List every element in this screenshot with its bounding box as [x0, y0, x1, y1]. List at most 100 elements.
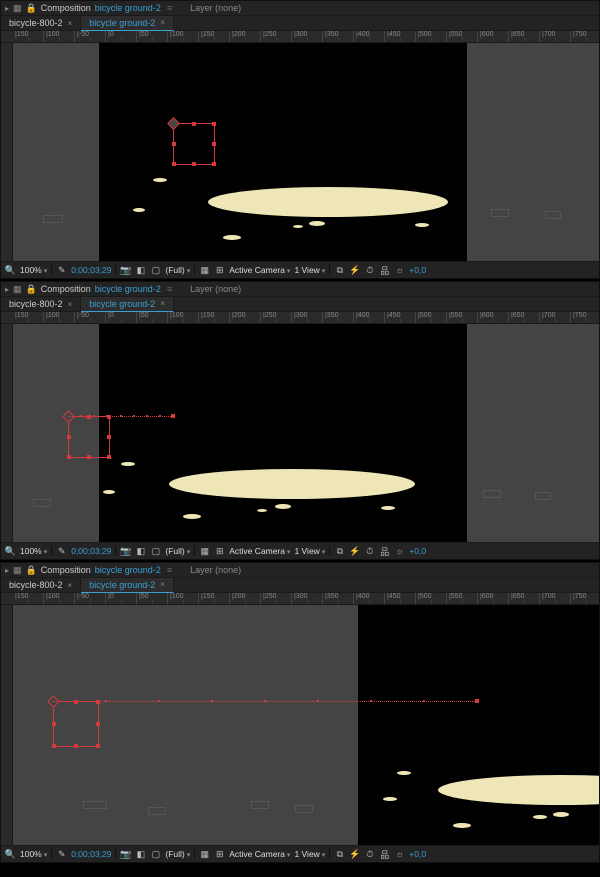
transform-handle[interactable] [107, 455, 111, 459]
timecode-display[interactable]: 0;00;03;29 [71, 265, 111, 275]
coords-display[interactable]: +0,0 [409, 849, 426, 859]
motion-path-keyframe[interactable] [171, 414, 175, 418]
edit-icon[interactable]: ✎ [56, 265, 67, 276]
timeline-icon[interactable]: ⏱ [364, 265, 375, 276]
guides-icon[interactable]: ⊞ [214, 849, 225, 860]
tab-close-icon[interactable]: × [160, 580, 165, 589]
ruler-horizontal[interactable]: |150|100|-50|0|50|100|150|200|250|300|35… [1, 312, 599, 324]
grid-icon[interactable]: ▦ [199, 849, 210, 860]
channel-icon[interactable]: ◧ [135, 265, 146, 276]
pixel-aspect-icon[interactable]: ⧉ [334, 546, 345, 557]
channel-icon[interactable]: ◧ [135, 546, 146, 557]
tab-close-icon[interactable]: × [160, 299, 165, 308]
channel-icon[interactable]: ◧ [135, 849, 146, 860]
transform-handle[interactable] [67, 455, 71, 459]
tab-close-icon[interactable]: × [68, 300, 73, 309]
magnify-icon[interactable]: 🔍 [5, 265, 16, 276]
magnify-icon[interactable]: 🔍 [5, 546, 16, 557]
ruler-vertical[interactable] [1, 324, 13, 542]
composition-viewport[interactable] [13, 324, 599, 542]
fast-preview-icon[interactable]: ⚡ [349, 265, 360, 276]
roi-icon[interactable]: ▢ [150, 546, 161, 557]
ruler-horizontal[interactable]: |150|100|-50|0|50|100|150|200|250|300|35… [1, 593, 599, 605]
tab-item-active[interactable]: bicycle ground-2× [81, 578, 174, 593]
coords-display[interactable]: +0,0 [409, 265, 426, 275]
transform-handle[interactable] [172, 162, 176, 166]
edit-icon[interactable]: ✎ [56, 849, 67, 860]
fast-preview-icon[interactable]: ⚡ [349, 849, 360, 860]
tab-close-icon[interactable]: × [160, 18, 165, 27]
grid-icon[interactable]: ▦ [199, 265, 210, 276]
fast-preview-icon[interactable]: ⚡ [349, 546, 360, 557]
composition-viewport[interactable] [13, 605, 599, 845]
ruler-vertical[interactable] [1, 605, 13, 845]
transform-handle[interactable] [67, 435, 71, 439]
panel-menu-icon[interactable]: ≡ [167, 284, 172, 294]
resolution-dropdown[interactable]: (Full) [165, 546, 190, 556]
tab-item[interactable]: bicycle-800-2× [1, 16, 81, 30]
panel-collapse-arrow[interactable]: ▸ [5, 566, 9, 575]
tab-item-active[interactable]: bicycle ground-2× [81, 297, 174, 312]
transform-handle[interactable] [172, 142, 176, 146]
exposure-icon[interactable]: ☼ [394, 546, 405, 557]
null-object-bounds[interactable] [173, 123, 215, 165]
coords-display[interactable]: +0,0 [409, 546, 426, 556]
lock-icon[interactable]: 🔒 [26, 565, 37, 576]
transform-handle[interactable] [87, 455, 91, 459]
zoom-dropdown[interactable]: 100% [20, 849, 47, 859]
pixel-aspect-icon[interactable]: ⧉ [334, 849, 345, 860]
transform-handle[interactable] [212, 142, 216, 146]
tab-close-icon[interactable]: × [68, 581, 73, 590]
zoom-dropdown[interactable]: 100% [20, 265, 47, 275]
transform-handle[interactable] [212, 122, 216, 126]
lock-icon[interactable]: 🔒 [26, 3, 37, 14]
transform-handle[interactable] [192, 122, 196, 126]
flowchart-icon[interactable]: 品 [379, 546, 390, 557]
null-object-bounds[interactable] [53, 701, 99, 747]
title-comp-name[interactable]: bicycle ground-2 [95, 284, 161, 294]
tab-item[interactable]: bicycle-800-2× [1, 297, 81, 311]
guides-icon[interactable]: ⊞ [214, 546, 225, 557]
camera-dropdown[interactable]: Active Camera [229, 546, 290, 556]
zoom-dropdown[interactable]: 100% [20, 546, 47, 556]
resolution-dropdown[interactable]: (Full) [165, 849, 190, 859]
transform-handle[interactable] [192, 162, 196, 166]
panel-collapse-arrow[interactable]: ▸ [5, 4, 9, 13]
snapshot-icon[interactable]: 📷 [120, 265, 131, 276]
ruler-vertical[interactable] [1, 43, 13, 261]
panel-collapse-arrow[interactable]: ▸ [5, 285, 9, 294]
motion-path-keyframe[interactable] [475, 699, 479, 703]
tab-close-icon[interactable]: × [68, 19, 73, 28]
transform-handle[interactable] [52, 722, 56, 726]
views-dropdown[interactable]: 1 View [294, 546, 325, 556]
panel-menu-icon[interactable]: ≡ [167, 3, 172, 13]
roi-icon[interactable]: ▢ [150, 265, 161, 276]
timecode-display[interactable]: 0;00;03;29 [71, 546, 111, 556]
flowchart-icon[interactable]: 品 [379, 265, 390, 276]
ruler-horizontal[interactable]: |150|100|-50|0|50|100|150|200|250|300|35… [1, 31, 599, 43]
lock-icon[interactable]: 🔒 [26, 284, 37, 295]
null-object-bounds[interactable] [68, 416, 110, 458]
views-dropdown[interactable]: 1 View [294, 265, 325, 275]
title-comp-name[interactable]: bicycle ground-2 [95, 565, 161, 575]
composition-viewport[interactable] [13, 43, 599, 261]
flowchart-icon[interactable]: 品 [379, 849, 390, 860]
transform-handle[interactable] [96, 722, 100, 726]
transform-handle[interactable] [212, 162, 216, 166]
transform-handle[interactable] [107, 435, 111, 439]
transform-handle[interactable] [96, 744, 100, 748]
grid-icon[interactable]: ▦ [199, 546, 210, 557]
guides-icon[interactable]: ⊞ [214, 265, 225, 276]
timecode-display[interactable]: 0;00;03;29 [71, 849, 111, 859]
pixel-aspect-icon[interactable]: ⧉ [334, 265, 345, 276]
timeline-icon[interactable]: ⏱ [364, 849, 375, 860]
roi-icon[interactable]: ▢ [150, 849, 161, 860]
exposure-icon[interactable]: ☼ [394, 265, 405, 276]
magnify-icon[interactable]: 🔍 [5, 849, 16, 860]
exposure-icon[interactable]: ☼ [394, 849, 405, 860]
camera-dropdown[interactable]: Active Camera [229, 265, 290, 275]
tab-item-active[interactable]: bicycle ground-2× [81, 16, 174, 31]
views-dropdown[interactable]: 1 View [294, 849, 325, 859]
panel-menu-icon[interactable]: ≡ [167, 565, 172, 575]
camera-dropdown[interactable]: Active Camera [229, 849, 290, 859]
